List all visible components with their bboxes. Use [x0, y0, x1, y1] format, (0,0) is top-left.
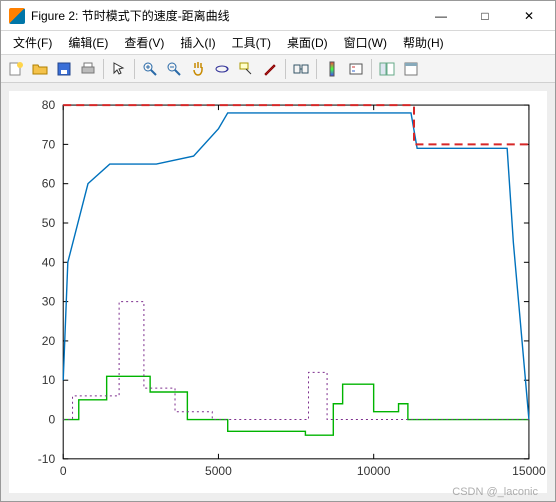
menu-desktop[interactable]: 桌面(D)	[279, 32, 336, 53]
minimize-button[interactable]: —	[419, 2, 463, 30]
svg-text:15000: 15000	[512, 464, 546, 478]
axes[interactable]: 0 5000 10000 15000 -10 0 10 20 30 40 50 60 70 80	[9, 91, 547, 493]
toolbar-separator	[285, 59, 286, 79]
plot-tools-icon[interactable]	[376, 58, 398, 80]
plot-area: 0 5000 10000 15000 -10 0 10 20 30 40 50 60 70 80	[1, 83, 555, 501]
pointer-icon[interactable]	[108, 58, 130, 80]
svg-text:40: 40	[42, 255, 56, 269]
svg-text:30: 30	[42, 295, 56, 309]
open-icon[interactable]	[29, 58, 51, 80]
figure-window: Figure 2: 节时模式下的速度-距离曲线 — □ ✕ 文件(F) 编辑(E…	[0, 0, 556, 502]
toolbar-separator	[134, 59, 135, 79]
svg-text:-10: -10	[38, 452, 56, 466]
titlebar: Figure 2: 节时模式下的速度-距离曲线 — □ ✕	[1, 1, 555, 31]
print-icon[interactable]	[77, 58, 99, 80]
menubar: 文件(F) 编辑(E) 查看(V) 插入(I) 工具(T) 桌面(D) 窗口(W…	[1, 31, 555, 55]
svg-text:10: 10	[42, 373, 56, 387]
toolbar-separator	[103, 59, 104, 79]
colorbar-icon[interactable]	[321, 58, 343, 80]
svg-text:80: 80	[42, 98, 56, 112]
link-plot-icon[interactable]	[290, 58, 312, 80]
svg-text:5000: 5000	[205, 464, 232, 478]
menu-view[interactable]: 查看(V)	[116, 32, 172, 53]
watermark: CSDN @_laconic	[452, 486, 538, 498]
svg-text:0: 0	[60, 464, 67, 478]
data-cursor-icon[interactable]	[235, 58, 257, 80]
save-icon[interactable]	[53, 58, 75, 80]
toolbar-separator	[371, 59, 372, 79]
plot-panel: 0 5000 10000 15000 -10 0 10 20 30 40 50 60 70 80	[9, 91, 547, 493]
new-figure-icon[interactable]	[5, 58, 27, 80]
svg-text:0: 0	[48, 413, 55, 427]
matlab-app-icon	[9, 8, 25, 24]
maximize-button[interactable]: □	[463, 2, 507, 30]
rotate-3d-icon[interactable]	[211, 58, 233, 80]
close-button[interactable]: ✕	[507, 2, 551, 30]
toolbar-separator	[316, 59, 317, 79]
svg-text:20: 20	[42, 334, 56, 348]
zoom-out-icon[interactable]	[163, 58, 185, 80]
menu-help[interactable]: 帮助(H)	[395, 32, 452, 53]
svg-text:10000: 10000	[357, 464, 391, 478]
svg-text:70: 70	[42, 137, 56, 151]
menu-file[interactable]: 文件(F)	[5, 32, 60, 53]
pan-icon[interactable]	[187, 58, 209, 80]
legend-icon[interactable]	[345, 58, 367, 80]
menu-tools[interactable]: 工具(T)	[224, 32, 279, 53]
dock-icon[interactable]	[400, 58, 422, 80]
svg-text:60: 60	[42, 177, 56, 191]
menu-insert[interactable]: 插入(I)	[172, 32, 223, 53]
menu-edit[interactable]: 编辑(E)	[60, 32, 116, 53]
menu-window[interactable]: 窗口(W)	[336, 32, 395, 53]
toolbar	[1, 55, 555, 83]
brush-icon[interactable]	[259, 58, 281, 80]
window-title: Figure 2: 节时模式下的速度-距离曲线	[31, 7, 419, 24]
svg-text:50: 50	[42, 216, 56, 230]
zoom-in-icon[interactable]	[139, 58, 161, 80]
